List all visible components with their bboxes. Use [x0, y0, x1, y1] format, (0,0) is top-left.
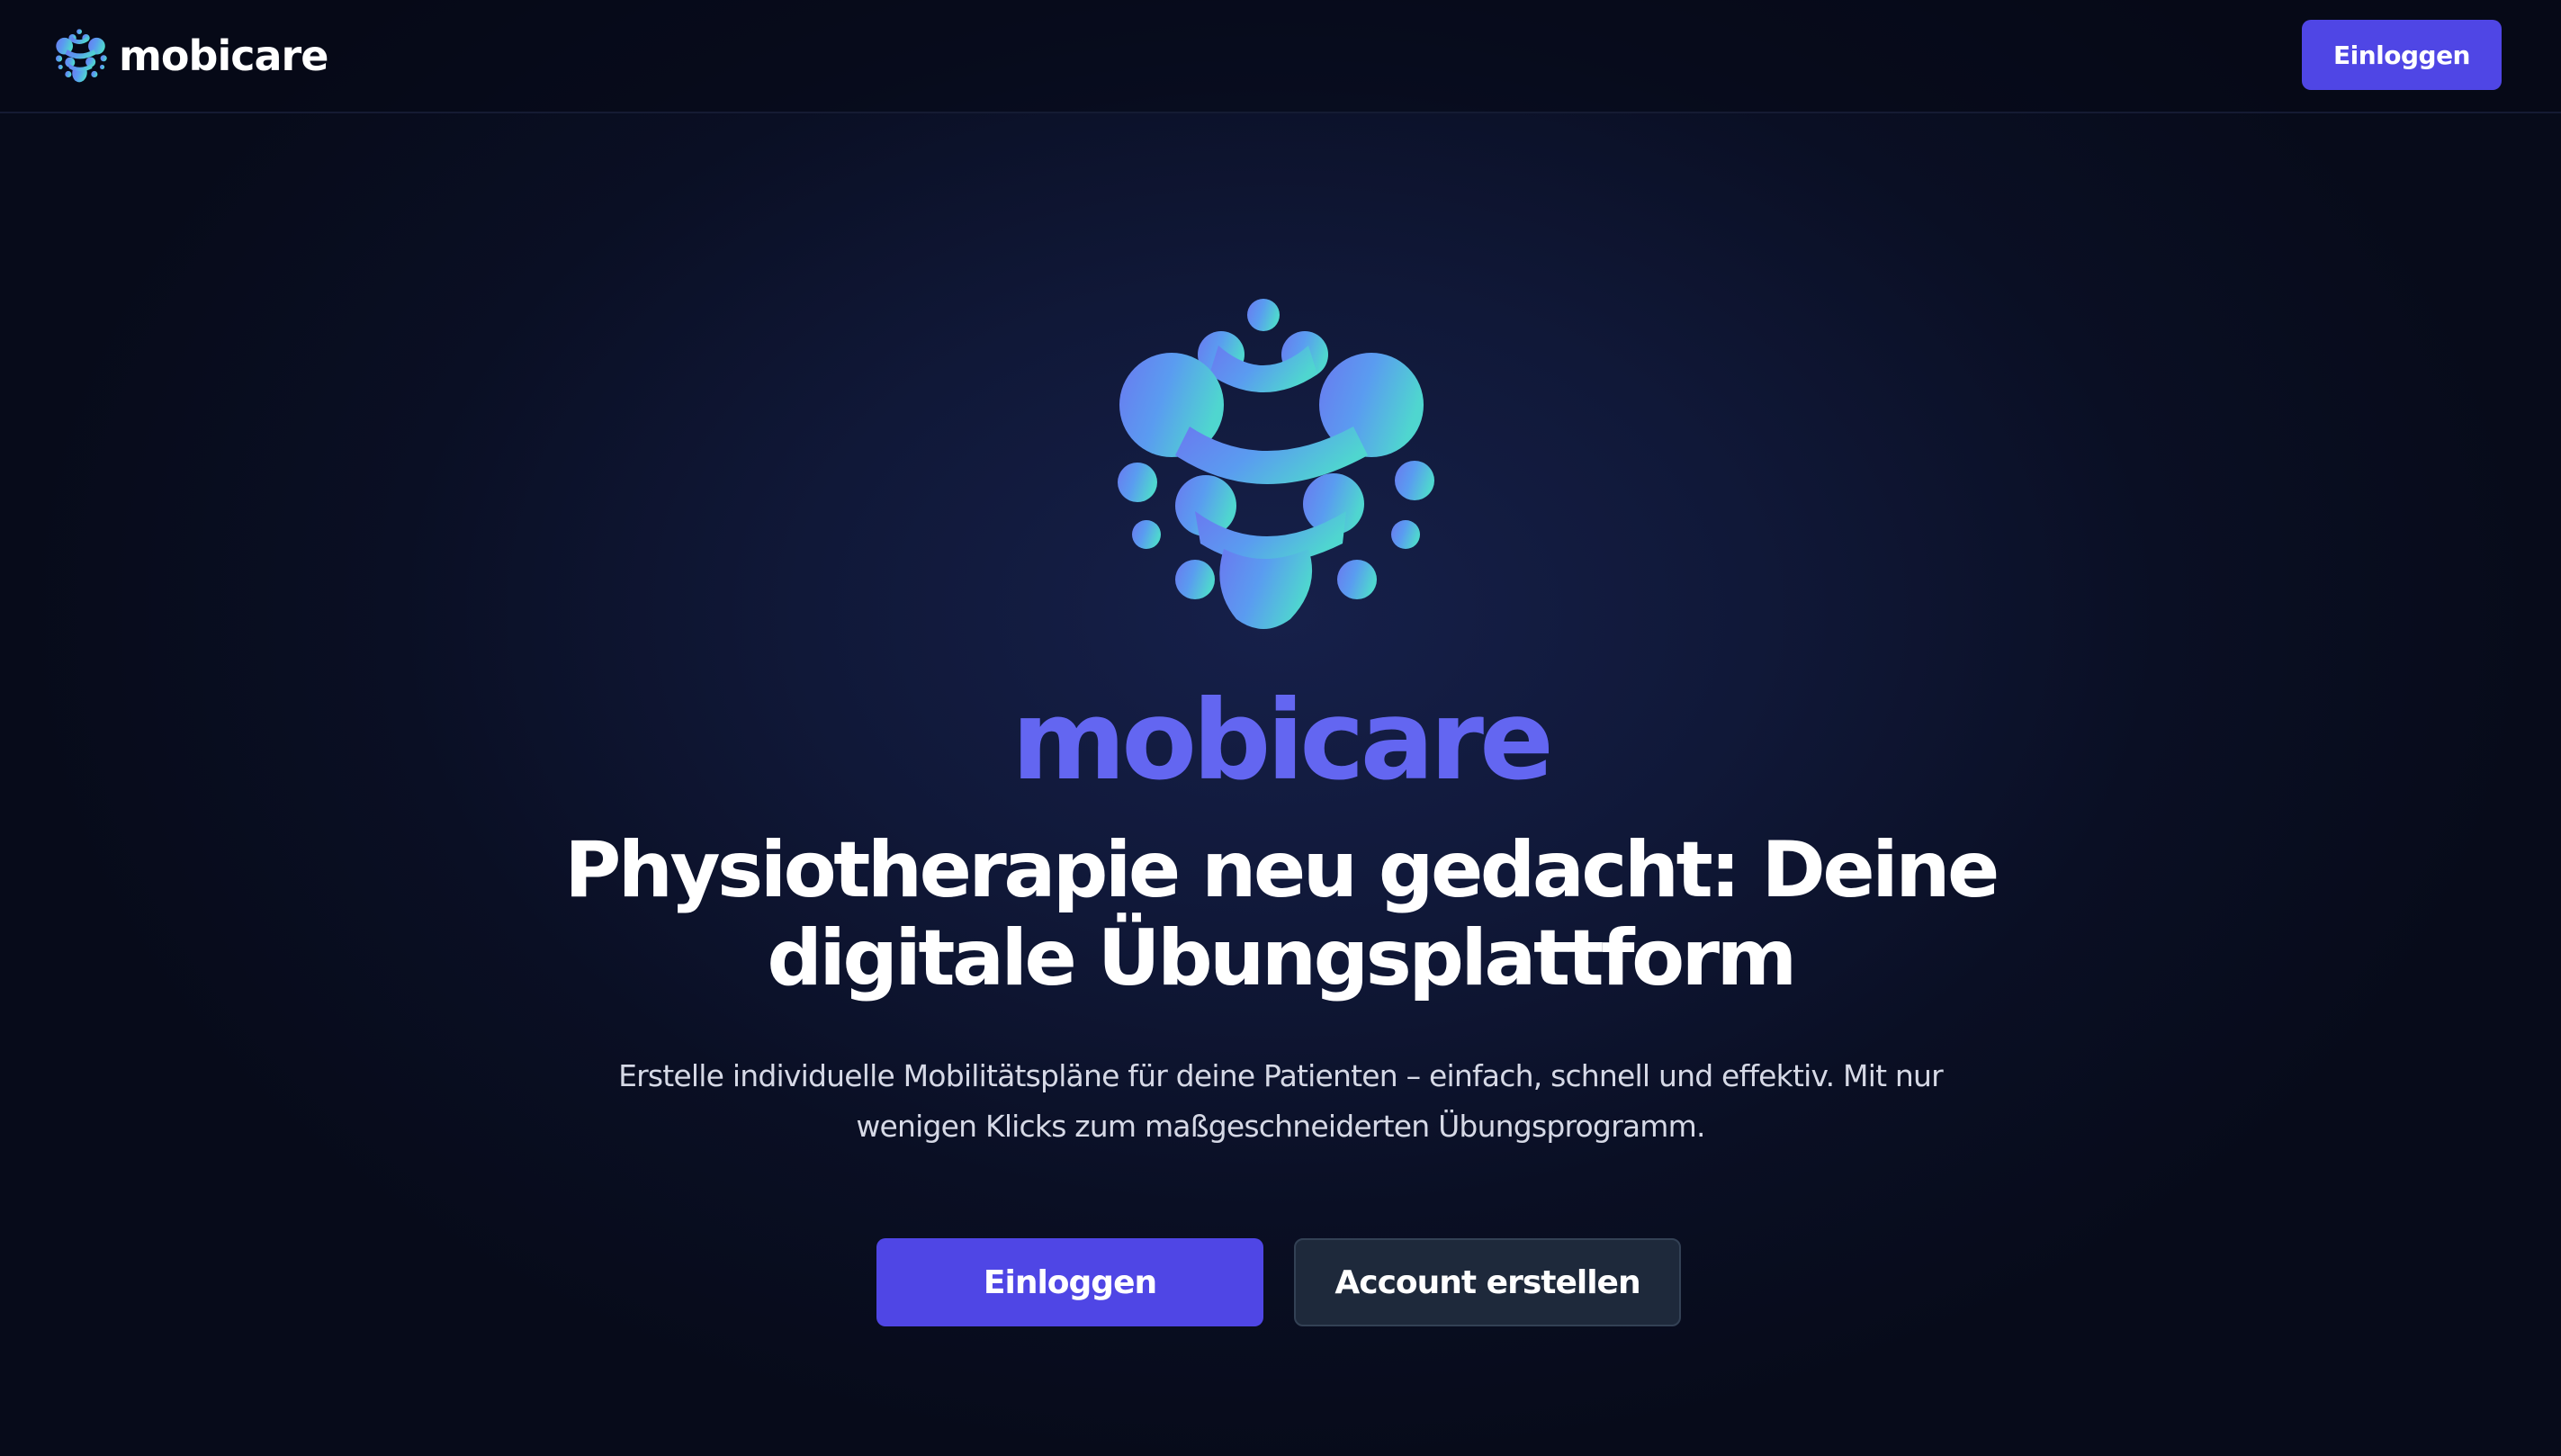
mobicare-logo-icon — [56, 28, 108, 84]
brand-name: mobicare — [119, 31, 328, 80]
hero-subtitle: Erstelle individuelle Mobilitätspläne fü… — [516, 1051, 2045, 1152]
hero-headline-line2: digitale Übungsplattform — [767, 913, 1797, 1003]
hero-subtitle-line2: wenigen Klicks zum maßgeschneiderten Übu… — [856, 1109, 1705, 1144]
login-button[interactable]: Einloggen — [876, 1238, 1263, 1326]
hero-subtitle-line1: Erstelle individuelle Mobilitätspläne fü… — [618, 1058, 1944, 1093]
hero-headline: Physiotherapie neu gedacht: Deine digita… — [471, 826, 2090, 1002]
mobicare-logo-icon — [1118, 299, 1442, 632]
hero-wordmark: mobicare — [1011, 677, 1554, 804]
create-account-button[interactable]: Account erstellen — [1294, 1238, 1681, 1326]
top-navbar: mobicare Einloggen — [0, 0, 2561, 113]
header-login-button[interactable]: Einloggen — [2302, 20, 2502, 90]
hero-headline-line1: Physiotherapie neu gedacht: Deine — [564, 825, 1999, 915]
brand-home-link[interactable]: mobicare — [56, 25, 328, 86]
